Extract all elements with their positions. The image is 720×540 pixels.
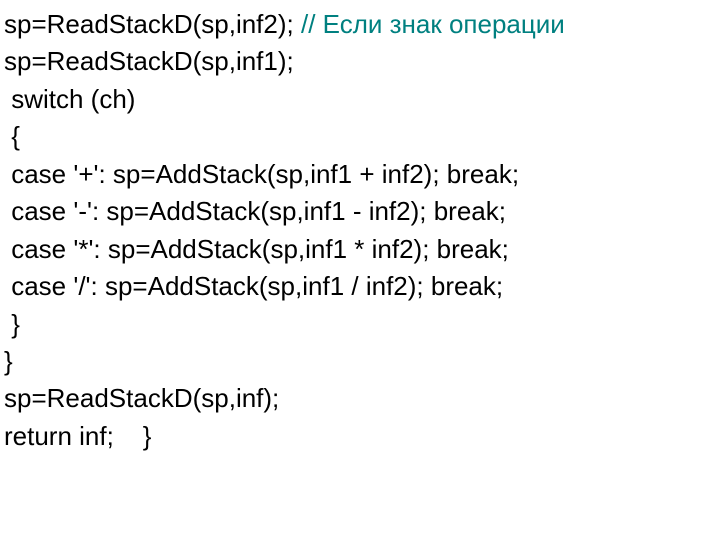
code-line: case '/': sp=AddStack(sp,inf1 / inf2); b… [4, 268, 720, 305]
code-line: } [4, 343, 720, 380]
code-line: } [4, 306, 720, 343]
code-block: sp=ReadStackD(sp,inf2); // Если знак опе… [0, 0, 720, 455]
code-line: sp=ReadStackD(sp,inf1); [4, 43, 720, 80]
code-line: sp=ReadStackD(sp,inf); [4, 380, 720, 417]
code-line: case '-': sp=AddStack(sp,inf1 - inf2); b… [4, 193, 720, 230]
code-text: sp=ReadStackD(sp,inf2); [4, 9, 301, 39]
code-comment: // Если знак операции [301, 9, 565, 39]
code-line: { [4, 118, 720, 155]
code-line: case '*': sp=AddStack(sp,inf1 * inf2); b… [4, 231, 720, 268]
code-line: case '+': sp=AddStack(sp,inf1 + inf2); b… [4, 156, 720, 193]
code-line: switch (ch) [4, 81, 720, 118]
code-line: sp=ReadStackD(sp,inf2); // Если знак опе… [4, 6, 720, 43]
code-line: return inf; } [4, 418, 720, 455]
